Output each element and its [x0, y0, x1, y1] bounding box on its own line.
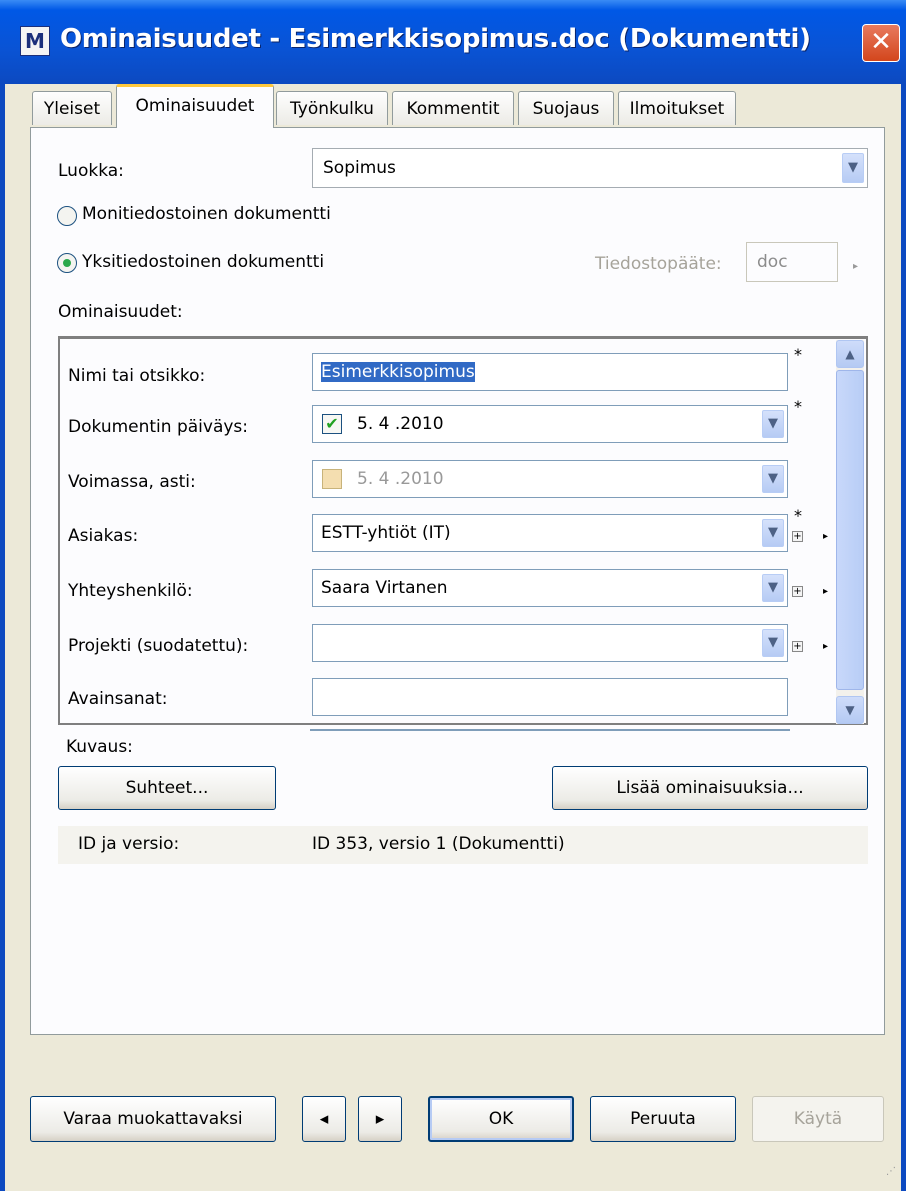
tab-ilmoitukset[interactable]: Ilmoitukset	[618, 91, 736, 125]
arrow-right-icon[interactable]: ▸	[820, 641, 831, 652]
plus-icon[interactable]: +	[792, 531, 803, 542]
id-version-label: ID ja versio:	[78, 834, 180, 854]
next-button[interactable]: ▸	[358, 1096, 402, 1142]
extension-value: doc	[757, 252, 788, 272]
previous-button[interactable]: ◂	[302, 1096, 346, 1142]
doc-date-value: 5. 4 .2010	[357, 414, 444, 434]
previous-icon: ◂	[319, 1109, 329, 1129]
properties-scrollbar[interactable]: ▲ ▼	[836, 340, 864, 724]
name-input[interactable]: Esimerkkisopimus	[312, 353, 788, 391]
tab-suojaus[interactable]: Suojaus	[518, 91, 614, 125]
close-icon: ✕	[870, 27, 892, 57]
properties-dialog: M Ominaisuudet - Esimerkkisopimus.doc (D…	[0, 0, 906, 1191]
chevron-down-icon[interactable]: ▼	[762, 410, 784, 438]
scroll-thumb[interactable]	[836, 370, 864, 690]
customer-label: Asiakas:	[68, 526, 139, 546]
tab-tyonkulku[interactable]: Työnkulku	[276, 91, 388, 125]
chevron-down-icon[interactable]: ▼	[762, 574, 784, 602]
doc-date-checkbox[interactable]: ✔	[322, 414, 342, 434]
name-value: Esimerkkisopimus	[321, 362, 475, 382]
project-select[interactable]: ▼	[312, 624, 788, 662]
chevron-down-icon[interactable]: ▼	[762, 465, 784, 493]
doc-date-label: Dokumentin päiväys:	[68, 417, 249, 437]
ok-button[interactable]: OK	[428, 1096, 574, 1142]
required-marker: *	[794, 345, 802, 364]
contact-select[interactable]: Saara Virtanen ▼	[312, 569, 788, 607]
scroll-up-icon[interactable]: ▲	[836, 340, 864, 368]
title-bar[interactable]: M Ominaisuudet - Esimerkkisopimus.doc (D…	[0, 0, 906, 84]
valid-until-checkbox[interactable]	[322, 469, 342, 489]
description-label: Kuvaus:	[66, 737, 133, 757]
id-version-value: ID 353, versio 1 (Dokumentti)	[312, 834, 565, 854]
add-properties-button[interactable]: Lisää ominaisuuksia...	[552, 766, 868, 810]
class-label: Luokka:	[58, 161, 124, 181]
valid-until-label: Voimassa, asti:	[68, 472, 196, 492]
relations-button[interactable]: Suhteet...	[58, 766, 276, 810]
window-frame-right	[901, 84, 906, 1191]
valid-until-picker[interactable]: 5. 4 .2010 ▼	[312, 460, 788, 498]
add-properties-button-label: Lisää ominaisuuksia...	[616, 778, 804, 798]
relations-button-label: Suhteet...	[125, 778, 209, 798]
project-label: Projekti (suodatettu):	[68, 636, 249, 656]
contact-label: Yhteyshenkilö:	[68, 581, 193, 601]
plus-icon[interactable]: +	[792, 641, 803, 652]
arrow-right-icon[interactable]: ▸	[820, 531, 831, 542]
arrow-right-icon[interactable]: ▸	[820, 586, 831, 597]
close-button[interactable]: ✕	[862, 24, 900, 62]
doc-date-picker[interactable]: ✔ 5. 4 .2010 ▼	[312, 405, 788, 443]
tab-ominaisuudet[interactable]: Ominaisuudet	[116, 84, 274, 128]
chevron-down-icon[interactable]: ▼	[762, 519, 784, 547]
app-icon: M	[20, 26, 50, 56]
name-label: Nimi tai otsikko:	[68, 366, 206, 386]
cancel-button-label: Peruuta	[630, 1109, 696, 1129]
single-file-radio[interactable]	[57, 253, 77, 273]
class-value: Sopimus	[323, 158, 396, 178]
contact-value: Saara Virtanen	[321, 578, 448, 598]
apply-button: Käytä	[752, 1096, 884, 1142]
extension-field: doc	[746, 242, 838, 282]
properties-label: Ominaisuudet:	[58, 302, 183, 322]
window-frame-left	[0, 84, 5, 1191]
required-marker: *	[794, 506, 802, 525]
chevron-down-icon[interactable]: ▼	[842, 153, 864, 183]
chevron-down-icon[interactable]: ▼	[762, 629, 784, 657]
description-textarea-main[interactable]	[310, 729, 788, 731]
multi-file-radio[interactable]	[57, 206, 77, 226]
customer-value: ESTT-yhtiöt (IT)	[321, 523, 451, 543]
single-file-label: Yksitiedostoinen dokumentti	[82, 252, 325, 272]
checkout-button[interactable]: Varaa muokattavaksi	[30, 1096, 276, 1142]
plus-icon[interactable]: +	[792, 586, 803, 597]
window-title: Ominaisuudet - Esimerkkisopimus.doc (Dok…	[60, 24, 811, 54]
properties-list: Nimi tai otsikko: Esimerkkisopimus * Dok…	[58, 336, 868, 725]
customer-select[interactable]: ESTT-yhtiöt (IT) ▼	[312, 514, 788, 552]
resize-grip-icon[interactable]: ⋰	[886, 1167, 900, 1182]
keywords-label: Avainsanat:	[68, 689, 168, 709]
valid-until-value: 5. 4 .2010	[357, 469, 444, 489]
apply-button-label: Käytä	[793, 1109, 843, 1129]
class-select[interactable]: Sopimus ▼	[312, 148, 868, 188]
ok-button-label: OK	[488, 1109, 514, 1129]
arrow-right-icon: ▸	[852, 261, 859, 272]
radio-selected-dot	[63, 259, 71, 267]
checkout-button-label: Varaa muokattavaksi	[63, 1109, 243, 1129]
next-icon: ▸	[375, 1109, 385, 1129]
keywords-input[interactable]	[312, 678, 788, 716]
required-marker: *	[794, 397, 802, 416]
extension-label: Tiedostopääte:	[595, 254, 722, 274]
tab-kommentit[interactable]: Kommentit	[392, 91, 514, 125]
multi-file-label: Monitiedostoinen dokumentti	[82, 204, 331, 224]
cancel-button[interactable]: Peruuta	[590, 1096, 736, 1142]
scroll-down-icon[interactable]: ▼	[836, 696, 864, 724]
tab-yleiset[interactable]: Yleiset	[32, 91, 112, 125]
